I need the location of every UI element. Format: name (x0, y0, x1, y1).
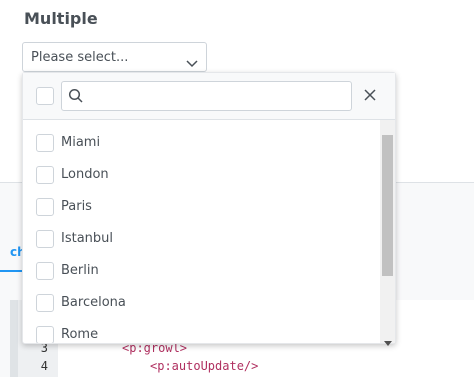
item-label: London (61, 167, 109, 182)
item-checkbox[interactable] (36, 198, 54, 216)
item-checkbox[interactable] (36, 262, 54, 280)
options-list: Miami London Paris Istanbul Berlin Barce… (23, 120, 381, 343)
search-icon (68, 88, 84, 108)
item-checkbox[interactable] (36, 230, 54, 248)
item-label: Berlin (61, 263, 99, 278)
list-item[interactable]: London (23, 159, 381, 191)
item-checkbox[interactable] (36, 166, 54, 184)
line-number: 4 (40, 359, 48, 373)
gutter-bar (10, 300, 18, 377)
search-input[interactable] (61, 81, 352, 111)
item-checkbox[interactable] (36, 326, 54, 343)
list-item[interactable]: Miami (23, 127, 381, 159)
item-checkbox[interactable] (36, 134, 54, 152)
list-item[interactable]: Berlin (23, 255, 381, 287)
scroll-down-arrow-icon[interactable] (384, 331, 392, 350)
close-icon[interactable] (362, 87, 378, 103)
select-label: Please select... (31, 50, 129, 65)
select-all-checkbox[interactable] (36, 87, 54, 105)
list-item[interactable]: Barcelona (23, 287, 381, 319)
list-item[interactable]: Rome (23, 319, 381, 343)
list-item[interactable]: Istanbul (23, 223, 381, 255)
scrollbar[interactable] (380, 120, 395, 346)
panel-header (23, 73, 395, 120)
item-label: Istanbul (61, 231, 114, 246)
code-line: <p:autoUpdate/> (150, 359, 259, 373)
item-label: Rome (61, 327, 99, 342)
item-label: Barcelona (61, 295, 126, 310)
item-label: Miami (61, 135, 101, 150)
item-checkbox[interactable] (36, 294, 54, 312)
multiselect-dropdown[interactable]: Please select... (22, 42, 207, 72)
scrollbar-thumb[interactable] (382, 135, 393, 276)
list-item[interactable]: Paris (23, 191, 381, 223)
multiselect-panel: Miami London Paris Istanbul Berlin Barce… (22, 72, 396, 346)
section-heading: Multiple (24, 9, 98, 28)
chevron-down-icon (186, 53, 198, 72)
item-label: Paris (61, 199, 92, 214)
